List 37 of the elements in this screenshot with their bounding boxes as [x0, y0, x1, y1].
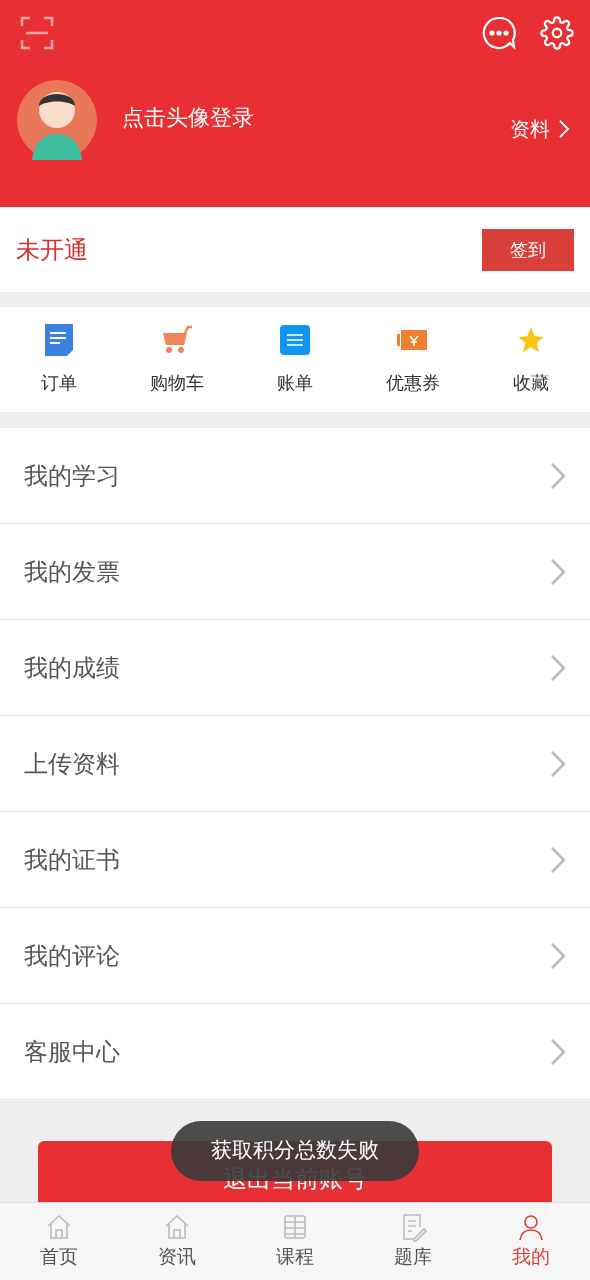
shortcut-item[interactable]: 账单	[245, 323, 345, 396]
list-icon	[280, 325, 310, 355]
login-prompt[interactable]: 点击头像登录	[122, 100, 510, 134]
checkin-button[interactable]: 签到	[482, 228, 574, 271]
chevron-right-icon	[550, 845, 566, 874]
person-icon	[516, 1212, 546, 1243]
menu-item[interactable]: 我的评论	[0, 908, 590, 1004]
document-icon	[45, 324, 73, 356]
chevron-right-icon	[550, 1037, 566, 1066]
menu-item[interactable]: 我的成绩	[0, 620, 590, 716]
ticket-icon	[397, 328, 429, 352]
menu-item[interactable]: 我的学习	[0, 428, 590, 524]
chevron-right-icon	[550, 461, 566, 490]
shortcut-item[interactable]: 购物车	[127, 323, 227, 396]
tab[interactable]: 首页	[14, 1212, 104, 1271]
menu-item[interactable]: 上传资料	[0, 716, 590, 812]
message-icon[interactable]	[482, 16, 516, 50]
chevron-right-icon	[558, 119, 570, 139]
profile-link[interactable]: 资料	[510, 114, 570, 144]
menu-item[interactable]: 我的发票	[0, 524, 590, 620]
tab[interactable]: 资讯	[132, 1212, 222, 1271]
scan-icon[interactable]	[20, 16, 54, 50]
menu-item[interactable]: 客服中心	[0, 1004, 590, 1100]
chevron-right-icon	[550, 749, 566, 778]
shortcut-item[interactable]: 优惠券	[363, 323, 463, 396]
chevron-right-icon	[550, 941, 566, 970]
chevron-right-icon	[550, 557, 566, 586]
tab[interactable]: 课程	[250, 1212, 340, 1271]
cart-icon	[161, 325, 193, 355]
settings-icon[interactable]	[540, 16, 574, 50]
tab[interactable]: 题库	[368, 1212, 458, 1271]
shortcut-item[interactable]: 订单	[9, 323, 109, 396]
menu-item[interactable]: 我的证书	[0, 812, 590, 908]
membership-status: 未开通	[16, 234, 88, 266]
shortcut-item[interactable]: 收藏	[481, 323, 581, 396]
tab[interactable]: 我的	[486, 1212, 576, 1271]
chevron-right-icon	[550, 653, 566, 682]
